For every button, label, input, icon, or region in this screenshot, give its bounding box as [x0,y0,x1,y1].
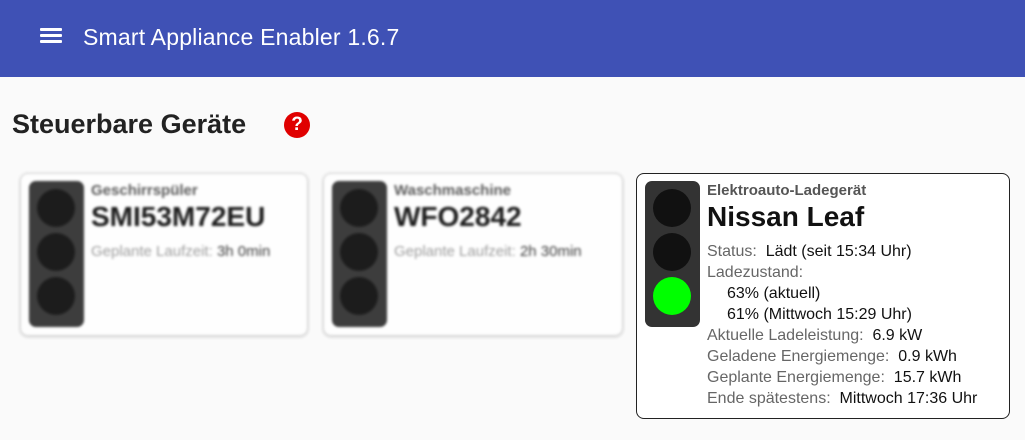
device-card-ev-charger[interactable]: Elektroauto-Ladegerät Nissan Leaf Status… [636,173,1010,419]
device-name: SMI53M72EU [91,201,266,232]
traffic-light-lamp [340,189,378,227]
status-value: Lädt (seit 15:34 Uhr) [765,243,912,260]
charged-energy-row: Geladene Energiemenge: 0.9 kWh [707,348,957,366]
power-value: 6.9 kW [872,327,923,344]
page-title: Steuerbare Geräte [12,109,247,139]
device-card-dishwasher[interactable]: Geschirrspüler SMI53M72EU Geplante Laufz… [20,173,308,336]
traffic-light-lamp [37,233,75,271]
power-row: Aktuelle Ladeleistung: 6.9 kW [707,327,922,345]
soc-label: Ladezustand: [707,264,804,281]
traffic-light-lamp [340,277,378,315]
traffic-light-lamp [37,189,75,227]
device-type: Waschmaschine [394,182,511,199]
soc-current: 63% (aktuell) [727,285,821,302]
planned-energy-row: Geplante Energiemenge: 15.7 kWh [707,369,961,387]
traffic-light-lamp [340,233,378,271]
planned-runtime: Geplante Laufzeit: 3h 0min [91,243,270,260]
traffic-light-lamp [653,189,691,227]
planned-energy-label: Geplante Energiemenge: [707,369,885,386]
charged-energy-label: Geladene Energiemenge: [707,348,890,365]
device-type: Geschirrspüler [91,182,198,199]
traffic-light-lamp-green [653,277,691,315]
planned-runtime-value: 2h 30min [519,243,582,260]
help-icon[interactable]: ? [284,112,310,138]
soc-row: Ladezustand: [707,264,803,282]
device-name: WFO2842 [394,201,522,232]
hamburger-menu-icon[interactable] [38,26,64,46]
planned-runtime: Geplante Laufzeit: 2h 30min [394,243,582,260]
end-time-row: Ende spätestens: Mittwoch 17:36 Uhr [707,390,977,408]
traffic-light-icon [29,181,84,327]
power-label: Aktuelle Ladeleistung: [707,327,864,344]
charged-energy-value: 0.9 kWh [898,348,957,365]
app-toolbar: Smart Appliance Enabler 1.6.7 [0,0,1025,77]
end-time-label: Ende spätestens: [707,390,831,407]
status-row: Status: Lädt (seit 15:34 Uhr) [707,243,912,261]
planned-energy-value: 15.7 kWh [893,369,962,386]
traffic-light-lamp [653,233,691,271]
traffic-light-icon [645,181,700,327]
planned-runtime-label: Geplante Laufzeit: [394,243,516,260]
status-label: Status: [707,243,757,260]
device-type: Elektroauto-Ladegerät [707,182,867,199]
soc-planned: 61% (Mittwoch 15:29 Uhr) [727,306,912,323]
device-name: Nissan Leaf [707,201,865,232]
planned-runtime-value: 3h 0min [216,243,271,260]
traffic-light-lamp [37,277,75,315]
traffic-light-icon [332,181,387,327]
end-time-value: Mittwoch 17:36 Uhr [839,390,978,407]
device-card-washing-machine[interactable]: Waschmaschine WFO2842 Geplante Laufzeit:… [323,173,623,336]
planned-runtime-label: Geplante Laufzeit: [91,243,213,260]
app-title: Smart Appliance Enabler 1.6.7 [83,24,400,50]
